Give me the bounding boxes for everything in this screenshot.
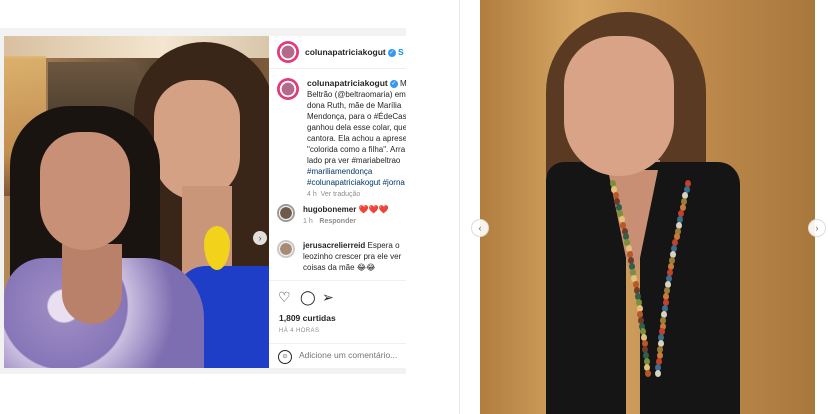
comment-body: jerusacrelierreid Espera o leozinho cres…	[303, 240, 406, 273]
comment-input[interactable]	[299, 350, 399, 360]
caption-line: ganhou dela esse colar, que	[307, 123, 406, 132]
caption-line: "colorida como a filha". Arra	[307, 145, 406, 154]
vest-right	[640, 162, 740, 414]
comment-avatar[interactable]	[277, 204, 295, 222]
follow-button[interactable]: S	[398, 47, 404, 57]
likes-count[interactable]: 1,809 curtidas	[279, 313, 336, 323]
paper-plane-icon[interactable]: ➢	[322, 289, 334, 306]
caption-line: Beltrão (@beltraomaria) em	[307, 90, 406, 99]
woman-right-face	[154, 80, 240, 200]
caption-username-text[interactable]: colunapatriciakogut	[307, 78, 388, 88]
translate-link[interactable]: Ver tradução	[321, 191, 361, 198]
post-header: colunapatriciakogut ✓ S	[269, 36, 406, 69]
post-username-text[interactable]: colunapatriciakogut	[305, 47, 386, 57]
gallery-photo[interactable]	[480, 0, 815, 414]
caption-line: Ma	[400, 79, 406, 88]
caption-line: cantora. Ela achou a aprese	[307, 134, 406, 143]
woman-left-neckline	[62, 244, 122, 324]
comment-username[interactable]: hugobonemer	[303, 205, 356, 214]
post-username[interactable]: colunapatriciakogut ✓	[305, 47, 396, 57]
post-caption: colunapatriciakogut✓ Ma Beltrão (@beltra…	[307, 78, 406, 200]
chevron-right-icon[interactable]: ›	[808, 219, 826, 237]
comment-time: 1 h	[303, 218, 313, 225]
action-bar: ♡ ◯ ➢ 1,809 curtidas HÁ 4 HORAS ☺	[269, 280, 406, 368]
woman-left-face	[40, 132, 130, 250]
verified-icon: ✓	[389, 79, 398, 88]
comment-username[interactable]: jerusacrelierreid	[303, 241, 365, 250]
caption-meta: 4 h Ver tradução	[307, 191, 360, 198]
hashtag-link[interactable]: #colunapatriciakogut #jorna	[307, 178, 405, 187]
caption-line: Mendonça, para o #ÉdeCas	[307, 112, 406, 121]
caption-username[interactable]: colunapatriciakogut ✓	[307, 78, 398, 88]
reply-button[interactable]: Responder	[319, 218, 356, 225]
chevron-left-icon[interactable]: ‹	[471, 219, 489, 237]
top-strip	[0, 0, 406, 28]
comment-text: ❤️❤️❤️	[358, 205, 389, 214]
caption-time: 4 h	[307, 191, 317, 198]
column-divider	[459, 0, 460, 414]
post-side-panel: colunapatriciakogut ✓ S colunapatriciakog…	[269, 36, 406, 368]
caption-line: dona Ruth, mãe de Marília	[307, 101, 402, 110]
caption-avatar[interactable]	[277, 78, 299, 100]
post-photo[interactable]: › ●	[4, 36, 269, 368]
necklace-bead	[654, 370, 661, 377]
chevron-right-icon[interactable]: ›	[253, 231, 267, 245]
post-time: HÁ 4 HORAS	[279, 328, 320, 334]
comment-bubble-icon[interactable]: ◯	[300, 289, 316, 306]
hashtag-link[interactable]: #mariliamendonça	[307, 167, 372, 176]
add-comment-row: ☺	[269, 343, 406, 368]
comment-body: hugobonemer ❤️❤️❤️ 1 h Responder	[303, 204, 406, 227]
bottom-strip	[0, 374, 406, 414]
heart-icon[interactable]: ♡	[278, 289, 291, 306]
verified-icon: ✓	[387, 48, 396, 57]
smiley-icon[interactable]: ☺	[278, 350, 292, 364]
comment-avatar[interactable]	[277, 240, 295, 258]
avatar[interactable]	[277, 41, 299, 63]
face	[564, 36, 674, 176]
caption-line: lado pra ver #mariabeltrao	[307, 156, 401, 165]
